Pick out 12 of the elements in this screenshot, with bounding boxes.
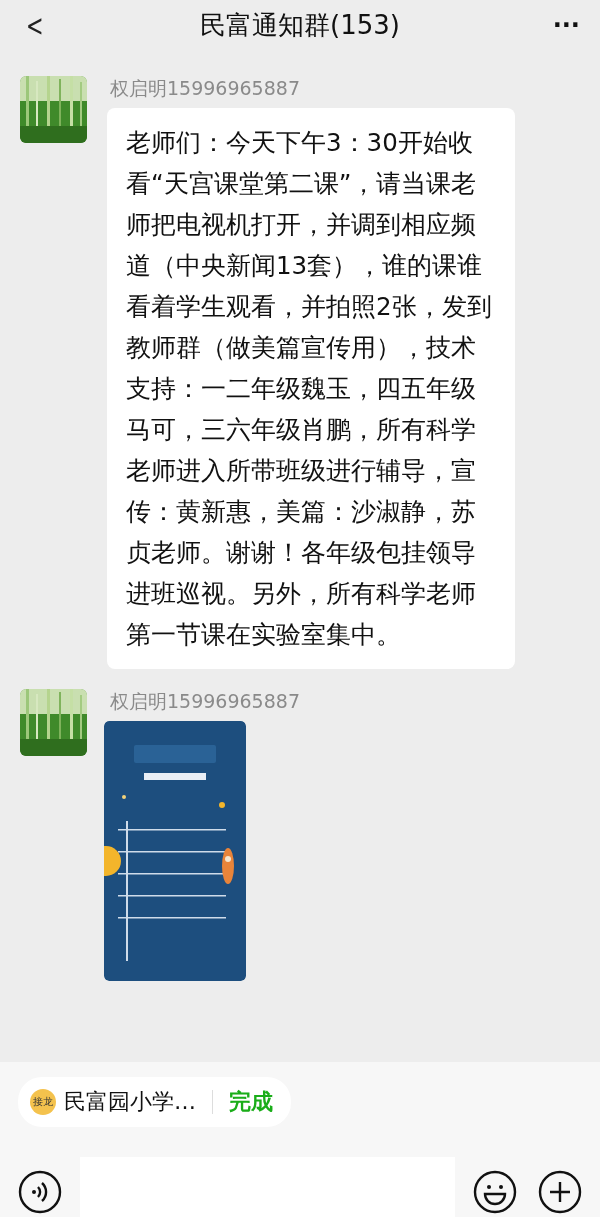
solitaire-badge: 接龙 <box>30 1089 56 1115</box>
emoji-icon[interactable] <box>473 1170 517 1214</box>
chip-label: 民富园小学… <box>64 1088 196 1116</box>
sender-name: 权启明15996965887 <box>109 689 300 714</box>
message-bubble: 老师们：今天下午3：30开始收看“天宫课堂第二课”，请当课老师把电视机打开，并调到相应频道（中央新闻13套），谁的课谁看着学生观看，并拍照2张，发到教师群（做美篇宣传用），技术支持：一二年级魏玉，四五年级马可，三六年级肖鹏，所有科学老师进入所带班级进行辅导，宣传：黄新惠，美篇：沙淑静，苏贞老师。谢谢！各年级包挂领导进班巡视。另外，所有科学老师第一节课在实验室集中。 <box>107 108 515 669</box>
sender-name: 权启明15996965887 <box>109 76 301 101</box>
plus-icon[interactable] <box>538 1170 582 1214</box>
back-button[interactable]: < <box>26 7 54 43</box>
chat-title: 民富通知群(153) <box>200 8 400 42</box>
solitaire-chip[interactable]: 接龙 民富园小学… 完成 <box>18 1077 291 1127</box>
voice-icon[interactable] <box>18 1170 62 1214</box>
more-button[interactable]: ··· <box>540 11 580 39</box>
